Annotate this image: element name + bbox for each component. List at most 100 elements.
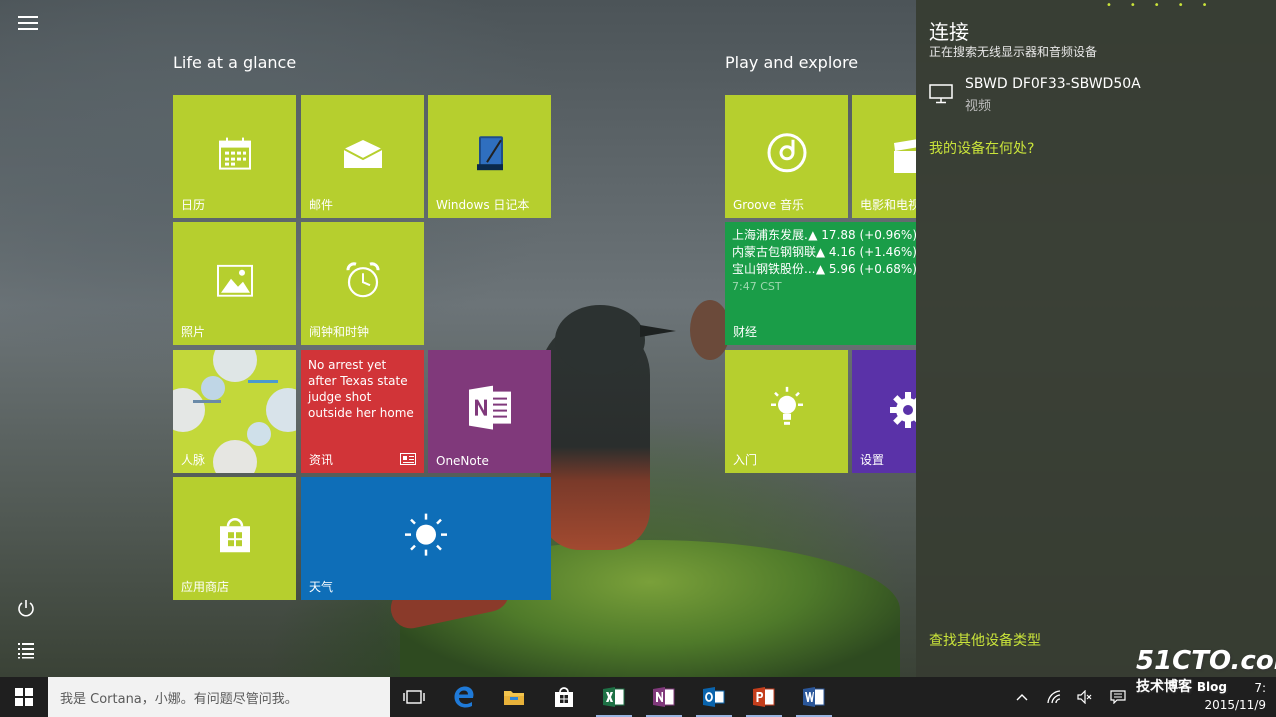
power-button[interactable] [12,594,40,622]
all-apps-icon [18,643,34,659]
tile-photos[interactable]: 照片 [173,222,296,345]
taskbar-onenote[interactable] [640,677,688,717]
menu-line [18,28,38,30]
stock-name: 内蒙古包钢钢联... [732,245,816,259]
watermark-text-blog: Blog [1196,680,1227,694]
device-name: SBWD DF0F33-SBWD50A [965,76,1141,92]
monitor-icon [929,84,953,104]
stock-row: 宝山钢铁股份... ▲ 5.96 (+0.68%) [732,261,916,278]
tile-calendar[interactable]: 日历 [173,95,296,218]
taskbar-word[interactable] [790,677,838,717]
task-view-icon [403,690,425,704]
clock-date: 2015/11/9 [1204,698,1266,712]
tile-movies-tv[interactable]: 电影和电视 [852,95,916,218]
store-icon [219,517,250,552]
excel-icon [603,687,625,707]
all-apps-button[interactable] [12,636,40,664]
sun-icon [405,513,447,556]
taskbar-file-explorer[interactable] [490,677,538,717]
tile-label: OneNote [436,454,489,468]
tile-alarms-clock[interactable]: 闹钟和时钟 [301,222,424,345]
tile-get-started[interactable]: 入门 [725,350,848,473]
power-icon [18,600,34,617]
tile-news[interactable]: No arrest yet after Texas state judge sh… [301,350,424,473]
task-view-button[interactable] [390,677,438,717]
start-button[interactable] [0,677,48,717]
movies-icon [894,139,916,173]
tile-people[interactable]: 人脉 [173,350,296,473]
network-tray-button[interactable] [1040,677,1070,717]
tile-label: 资讯 [309,453,334,467]
notification-icon [1110,690,1126,704]
watermark-text-cn: 技术博客 [1136,679,1192,695]
watermark-line2: 技术博客 Blog [1136,676,1266,696]
tile-label: 财经 [733,325,758,339]
calendar-icon [218,137,251,170]
tile-groove-music[interactable]: Groove 音乐 [725,95,848,218]
tile-onenote[interactable]: OneNote [428,350,551,473]
action-center-button[interactable] [1103,677,1133,717]
device-type: 视频 [965,99,992,114]
tile-label: 电影和电视 [860,198,916,212]
connect-pane: ••••• 连接 正在搜索无线显示器和音频设备 SBWD DF0F33-SBWD… [916,0,1276,677]
second-bird [690,300,730,360]
tile-label: 人脉 [181,453,206,467]
tile-label: Groove 音乐 [733,198,804,212]
mail-icon [343,139,382,168]
tile-store[interactable]: 应用商店 [173,477,296,600]
taskbar-edge[interactable] [440,677,488,717]
watermark-line1: 51CTO.com [1136,646,1276,676]
tile-label: 入门 [733,453,758,467]
find-other-device-types-link[interactable]: 查找其他设备类型 [929,630,1041,650]
outlook-icon [703,687,725,707]
word-icon [803,687,825,707]
tile-label: Windows 日记本 [436,198,530,212]
searching-progress-dots: ••••• [1106,0,1226,11]
onenote-icon [653,687,675,707]
device-item[interactable]: SBWD DF0F33-SBWD50A 视频 [916,72,1276,118]
tile-label: 天气 [309,580,334,594]
menu-line [18,16,38,18]
taskbar-store[interactable] [540,677,588,717]
cortana-search-box[interactable]: 我是 Cortana，小娜。有问题尽管问我。 [48,677,390,717]
news-headline: No arrest yet after Texas state judge sh… [308,358,414,420]
taskbar-powerpoint[interactable] [740,677,788,717]
finance-time: 7:47 CST [732,280,782,293]
tile-settings[interactable]: 设置 [852,350,916,473]
bird-head [555,305,645,375]
group-title-play[interactable]: Play and explore [725,53,858,72]
taskbar-excel[interactable] [590,677,638,717]
stock-row: 上海浦东发展... ▲ 17.88 (+0.96%) [732,227,916,244]
where-is-my-device-link[interactable]: 我的设备在何处? [929,138,1034,158]
tile-windows-journal[interactable]: Windows 日记本 [428,95,551,218]
show-hidden-icons-button[interactable] [1007,677,1037,717]
stock-change: ▲ 4.16 (+1.46%) [815,245,916,259]
powerpoint-icon [753,687,775,707]
bird-beak [640,325,676,337]
tile-label: 邮件 [309,198,334,212]
tile-mail[interactable]: 邮件 [301,95,424,218]
tile-weather[interactable]: 天气 [301,477,551,600]
hamburger-menu-button[interactable] [14,12,42,38]
taskbar-outlook[interactable] [690,677,738,717]
store-icon [555,687,573,707]
folder-icon [504,691,524,705]
onenote-icon [468,385,511,430]
tile-label: 照片 [181,325,206,339]
watermark: 51CTO.com 技术博客 Blog [1136,646,1276,696]
tile-finance[interactable]: 上海浦东发展... ▲ 17.88 (+0.96%) 内蒙古包钢钢联... ▲ … [725,222,916,345]
connect-title: 连接 [929,20,969,44]
taskbar: 我是 Cortana，小娜。有问题尽管问我。 7: 2015/11/9 [0,677,1276,717]
group-title-life[interactable]: Life at a glance [173,53,296,72]
journal-icon [476,135,503,170]
tile-label: 日历 [181,198,206,212]
windows-logo-icon [15,688,33,706]
tile-label: 闹钟和时钟 [309,325,370,339]
connect-subtitle: 正在搜索无线显示器和音频设备 [929,45,1098,59]
photos-icon [216,264,253,297]
chevron-up-icon [1016,694,1028,701]
volume-tray-button[interactable] [1070,677,1100,717]
finance-stock-list: 上海浦东发展... ▲ 17.88 (+0.96%) 内蒙古包钢钢联... ▲ … [732,227,916,295]
edge-icon [454,686,474,708]
stock-row: 内蒙古包钢钢联... ▲ 4.16 (+1.46%) [732,244,916,261]
